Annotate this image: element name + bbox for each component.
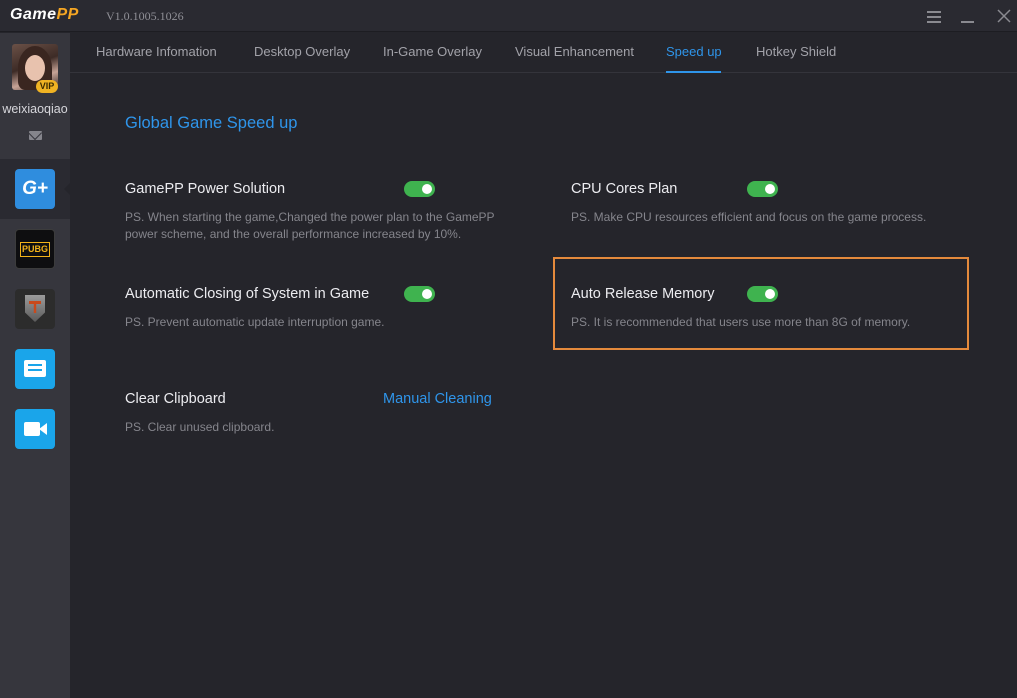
logo-text-game: Game xyxy=(10,6,57,23)
manual-cleaning-link[interactable]: Manual Cleaning xyxy=(383,391,492,407)
gameplus-icon: G+ xyxy=(15,169,55,209)
setting-title-cpu-cores-plan: CPU Cores Plan xyxy=(571,181,678,197)
sidebar-item-video[interactable] xyxy=(0,399,70,459)
hamburger-icon[interactable] xyxy=(923,6,945,26)
mail-icon[interactable] xyxy=(29,131,42,140)
cpu-cores-plan-toggle[interactable] xyxy=(747,181,778,197)
vip-badge: VIP xyxy=(36,80,58,93)
tab-bar: Hardware Infomation Desktop Overlay In-G… xyxy=(70,33,1017,73)
pubg-icon: PUBG xyxy=(15,229,55,269)
tab-speed-up[interactable]: Speed up xyxy=(666,44,722,59)
tab-visual-enhancement[interactable]: Visual Enhancement xyxy=(515,44,634,59)
tab-desktop-overlay[interactable]: Desktop Overlay xyxy=(254,44,350,59)
tab-hotkey-shield[interactable]: Hotkey Shield xyxy=(756,44,836,59)
gamepp-window: GamePP V1.0.1005.1026 VIP weixiaoqiao G+… xyxy=(0,0,1017,698)
setting-title-auto-release-memory: Auto Release Memory xyxy=(571,286,715,302)
setting-desc-cpu-cores-plan: PS. Make CPU resources efficient and foc… xyxy=(571,210,927,224)
active-indicator xyxy=(64,183,70,195)
world-of-tanks-icon xyxy=(15,289,55,329)
title-bar: GamePP V1.0.1005.1026 xyxy=(0,0,1017,32)
auto-closing-toggle[interactable] xyxy=(404,286,435,302)
setting-desc-clear-clipboard: PS. Clear unused clipboard. xyxy=(125,420,275,434)
video-camera-icon xyxy=(15,409,55,449)
setting-desc-power-solution: PS. When starting the game,Changed the p… xyxy=(125,210,495,241)
highlight-box xyxy=(553,257,969,350)
page-title: Global Game Speed up xyxy=(125,114,298,132)
setting-title-auto-closing: Automatic Closing of System in Game xyxy=(125,286,370,302)
app-logo: GamePP xyxy=(10,6,79,24)
setting-desc-auto-release-memory: PS. It is recommended that users use mor… xyxy=(571,315,911,329)
pubg-logo-text: PUBG xyxy=(20,242,50,257)
sidebar: VIP weixiaoqiao G+ PUBG xyxy=(0,33,70,698)
logo-text-pp: PP xyxy=(56,6,79,23)
close-icon[interactable] xyxy=(993,6,1015,26)
power-solution-toggle[interactable] xyxy=(404,181,435,197)
app-version: V1.0.1005.1026 xyxy=(106,9,184,23)
setting-title-clear-clipboard: Clear Clipboard xyxy=(125,391,226,407)
message-icon xyxy=(15,349,55,389)
active-tab-underline xyxy=(666,71,721,73)
sidebar-item-messages[interactable] xyxy=(0,339,70,399)
username: weixiaoqiao xyxy=(2,102,68,116)
tab-in-game-overlay[interactable]: In-Game Overlay xyxy=(383,44,482,59)
sidebar-item-world-of-tanks[interactable] xyxy=(0,279,70,339)
auto-release-memory-toggle[interactable] xyxy=(747,286,778,302)
sidebar-item-pubg[interactable]: PUBG xyxy=(0,219,70,279)
setting-title-power-solution: GamePP Power Solution xyxy=(125,181,286,197)
sidebar-item-gameplus[interactable]: G+ xyxy=(0,159,70,219)
minimize-icon[interactable] xyxy=(956,6,978,26)
tab-hardware-information[interactable]: Hardware Infomation xyxy=(96,44,217,59)
setting-desc-auto-closing: PS. Prevent automatic update interruptio… xyxy=(125,315,385,329)
